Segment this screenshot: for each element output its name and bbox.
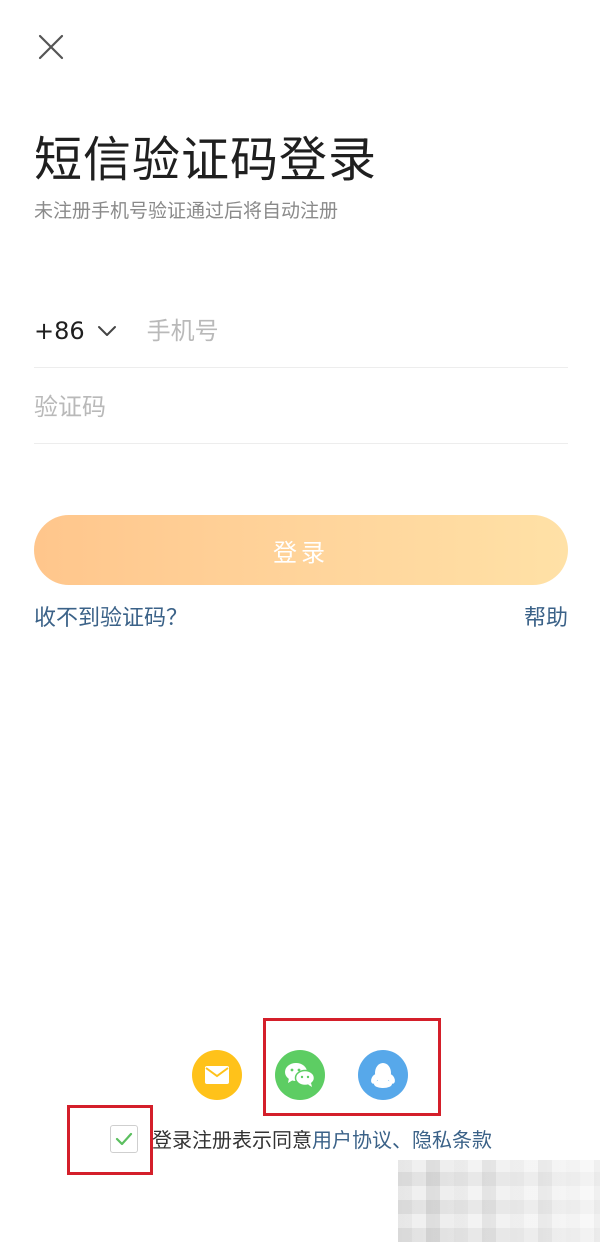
- watermark-blur: [398, 1160, 600, 1242]
- checkmark-icon: [115, 1132, 133, 1146]
- close-button[interactable]: [34, 30, 68, 64]
- agreement-separator: 、: [392, 1128, 412, 1152]
- phone-input[interactable]: [146, 311, 568, 351]
- login-button[interactable]: 登录: [34, 515, 568, 585]
- page-subtitle: 未注册手机号验证通过后将自动注册: [34, 200, 339, 222]
- country-code-selector[interactable]: +86: [34, 317, 117, 345]
- mail-icon: [205, 1066, 229, 1084]
- agreement-checkbox[interactable]: [110, 1125, 138, 1153]
- agreement-prefix: 登录注册表示同意: [152, 1128, 312, 1152]
- privacy-policy-link[interactable]: 隐私条款: [412, 1128, 492, 1152]
- country-code-label: +86: [34, 317, 85, 345]
- user-agreement-link[interactable]: 用户协议: [312, 1128, 392, 1152]
- close-icon: [38, 34, 64, 60]
- help-link[interactable]: 帮助: [524, 603, 568, 635]
- annotation-box-social: [263, 1018, 441, 1116]
- chevron-down-icon: [97, 326, 116, 336]
- code-row: [34, 371, 568, 444]
- verification-code-input[interactable]: [34, 387, 568, 427]
- email-login-button[interactable]: [192, 1050, 242, 1100]
- phone-row: +86: [34, 295, 568, 368]
- agreement-text: 登录注册表示同意用户协议、隐私条款: [152, 1126, 492, 1154]
- page-title: 短信验证码登录: [34, 132, 378, 188]
- no-code-link[interactable]: 收不到验证码？: [34, 603, 188, 635]
